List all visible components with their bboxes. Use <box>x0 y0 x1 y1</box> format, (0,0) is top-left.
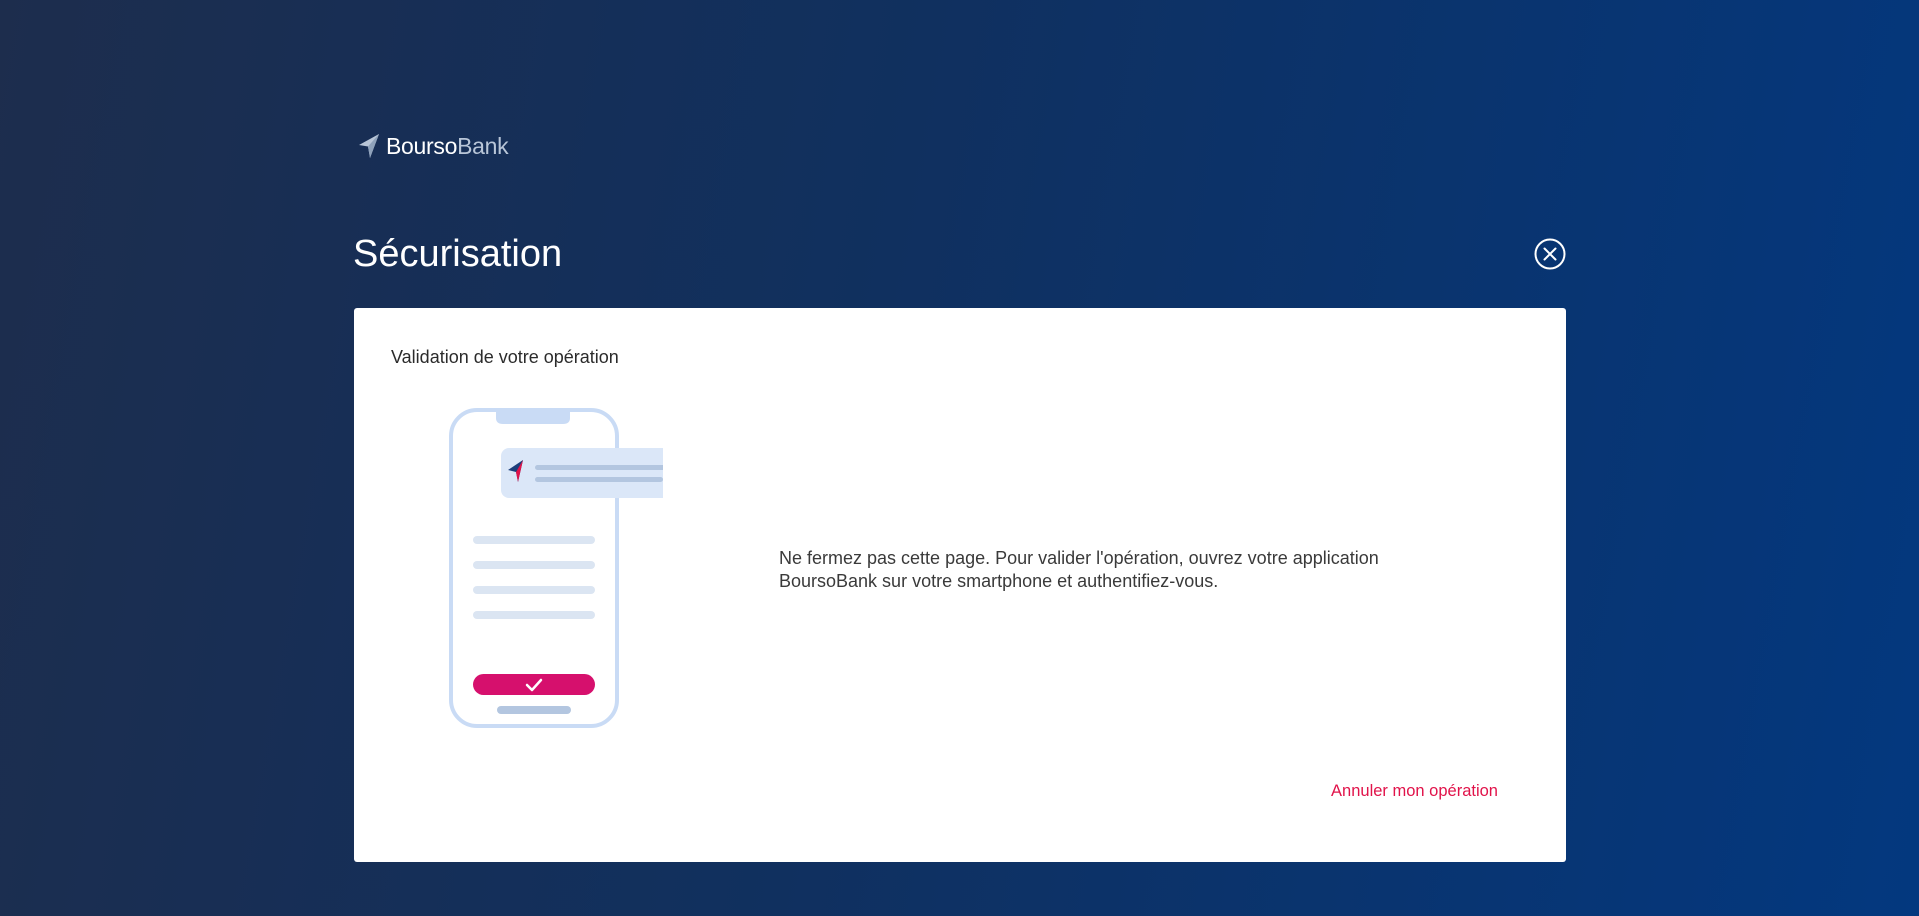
brand-name-light: Bank <box>457 132 509 159</box>
close-circle-icon <box>1534 238 1566 270</box>
phone-validate-button <box>473 674 595 695</box>
phone-content-line <box>473 561 595 569</box>
cancel-operation-link[interactable]: Annuler mon opération <box>1331 782 1498 801</box>
close-button[interactable] <box>1534 238 1566 270</box>
phone-content-line <box>473 586 595 594</box>
notification-bubble <box>501 448 663 498</box>
phone-content-line <box>473 536 595 544</box>
instruction-message: Ne fermez pas cette page. Pour valider l… <box>779 548 1379 591</box>
card-subtitle: Validation de votre opération <box>391 347 619 367</box>
page-title: Sécurisation <box>353 233 563 275</box>
brand-name: BoursoBank <box>386 132 509 160</box>
notification-line <box>535 465 663 470</box>
validation-card: Validation de votre opération Ne fermez … <box>354 308 1566 862</box>
brand-name-strong: Bourso <box>386 132 458 159</box>
boursobank-logo: BoursoBank <box>358 128 509 164</box>
boursobank-arrow-logo-icon <box>359 134 379 158</box>
notification-line <box>535 477 663 482</box>
phone-content-line <box>473 611 595 619</box>
phone-bottom-line <box>497 706 571 714</box>
smartphone-validation-illustration-icon <box>449 408 663 728</box>
phone-notch <box>496 412 570 424</box>
